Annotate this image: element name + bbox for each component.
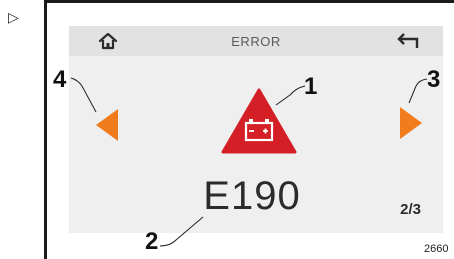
- callout-4: 4: [53, 66, 67, 93]
- back-button[interactable]: [395, 30, 421, 52]
- back-arrow-icon: [397, 33, 419, 48]
- device-frame-top: [44, 0, 454, 3]
- arrow-left-icon: [96, 109, 118, 141]
- bullet-marker: ▷: [8, 10, 19, 26]
- arrow-right-icon: [400, 107, 422, 139]
- callout-1: 1: [304, 73, 318, 100]
- battery-warning-icon: [221, 88, 297, 154]
- error-code: E190: [203, 174, 301, 218]
- screen-title: ERROR: [231, 34, 281, 49]
- manual-figure: ▷ ERROR E190 2/3 1 2 3 4 2660: [0, 0, 454, 259]
- previous-button[interactable]: [96, 109, 120, 141]
- page-indicator: 2/3: [400, 201, 421, 218]
- display-screen: ERROR E190 2/3: [69, 26, 443, 233]
- screen-header: ERROR: [69, 26, 443, 56]
- next-button[interactable]: [398, 107, 422, 139]
- callout-2: 2: [145, 228, 159, 255]
- figure-id: 2660: [424, 243, 449, 255]
- error-warning-symbol: [221, 88, 297, 154]
- device-frame-left: [44, 0, 47, 259]
- callout-3: 3: [427, 66, 441, 93]
